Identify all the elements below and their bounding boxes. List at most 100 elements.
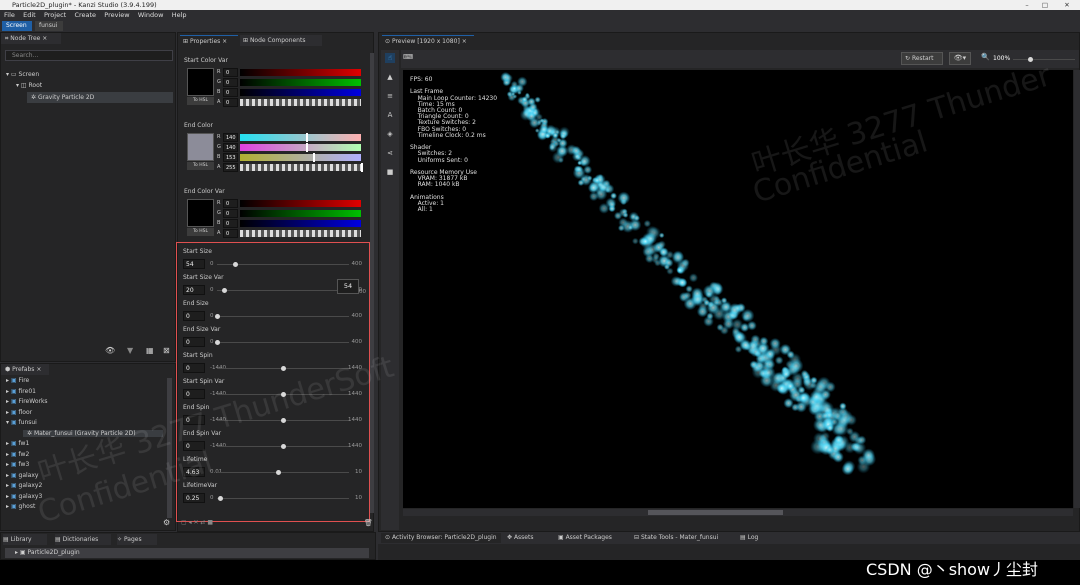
properties-scrollbar[interactable] <box>370 53 374 513</box>
channel-b-input[interactable]: 0 <box>223 219 238 228</box>
channel-g-slider[interactable] <box>240 144 361 151</box>
tab-log[interactable]: ▤ Log <box>736 533 763 543</box>
slider-value-input[interactable]: 20 <box>183 285 205 295</box>
slider-knob[interactable] <box>215 340 220 345</box>
channel-r-slider[interactable] <box>240 200 361 207</box>
color-swatch[interactable] <box>187 68 214 96</box>
channel-b-slider[interactable] <box>240 220 361 227</box>
grid-icon[interactable]: ▦ <box>146 346 154 355</box>
to-hsl-button[interactable]: To HSL <box>187 162 214 170</box>
channel-b-input[interactable]: 153 <box>223 153 238 162</box>
menu-create[interactable]: Create <box>74 11 96 19</box>
close-button[interactable]: ✕ <box>1058 0 1076 10</box>
slider-track[interactable] <box>217 290 349 291</box>
channel-b-slider[interactable] <box>240 154 361 161</box>
to-hsl-button[interactable]: To HSL <box>187 97 214 105</box>
slider-value-input[interactable]: 0 <box>183 363 205 373</box>
list-icon[interactable]: ≡ <box>385 91 395 101</box>
preview-viewport[interactable]: FPS: 60 Last Frame Main Loop Counter: 14… <box>403 70 1073 508</box>
channel-g-input[interactable]: 0 <box>223 209 238 218</box>
channel-r-slider[interactable] <box>240 134 361 141</box>
prefab-item[interactable]: ▸ ▣ ghost <box>6 503 35 510</box>
tab-state-tools[interactable]: ⊟ State Tools - Mater_funsui <box>630 533 723 543</box>
slider-value-input[interactable]: 0 <box>183 311 205 321</box>
channel-a-handle[interactable] <box>361 163 363 172</box>
menu-help[interactable]: Help <box>172 11 187 19</box>
pointer-tool-icon[interactable]: ☝ <box>385 53 395 63</box>
view-options-eye-icon[interactable]: 👁▾ <box>949 52 971 65</box>
channel-g-input[interactable]: 140 <box>223 143 238 152</box>
channel-a-slider[interactable] <box>240 99 361 106</box>
slider-track[interactable] <box>217 472 349 473</box>
text-tool-icon[interactable]: A <box>385 110 395 120</box>
channel-r-input[interactable]: 0 <box>223 68 238 77</box>
prefab-item[interactable]: ▸ ▣ fire01 <box>6 388 36 395</box>
channel-b-input[interactable]: 0 <box>223 88 238 97</box>
slider-value-input[interactable]: 0.25 <box>183 493 205 503</box>
tab-library[interactable]: ▤ Library <box>3 534 47 545</box>
channel-a-input[interactable]: 255 <box>223 163 238 172</box>
expand-icon[interactable]: ⊠ <box>163 346 170 355</box>
slider-knob[interactable] <box>281 444 286 449</box>
channel-a-input[interactable]: 0 <box>223 98 238 107</box>
library-item-project[interactable]: ▸ ▣ Particle2D_plugin <box>5 548 369 558</box>
slider-knob[interactable] <box>215 314 220 319</box>
node-tree-search-input[interactable]: Search... <box>5 50 173 61</box>
slider-value-input[interactable]: 0 <box>183 337 205 347</box>
slider-knob[interactable] <box>275 470 281 475</box>
preview-horizontal-scrollbar[interactable] <box>403 509 1073 516</box>
prefab-item[interactable]: ▸ ▣ Fire <box>6 377 29 384</box>
tab-assets[interactable]: ✥ Assets <box>503 533 538 543</box>
visibility-eye-icon[interactable]: 👁 <box>105 346 115 355</box>
h-scroll-thumb[interactable] <box>648 510 783 515</box>
select-arrow-icon[interactable]: ▲ <box>385 72 395 82</box>
settings-gear-icon[interactable]: ⚙ <box>163 518 170 527</box>
prefab-item[interactable]: ▸ ▣ floor <box>6 409 32 416</box>
tab-funsui[interactable]: funsui <box>35 21 63 31</box>
slider-track[interactable] <box>217 342 349 343</box>
camera-icon[interactable]: ■ <box>385 167 395 177</box>
keyboard-icon[interactable]: ⌨ <box>403 53 415 63</box>
tab-pages[interactable]: ✧ Pages <box>117 534 157 545</box>
menu-window[interactable]: Window <box>138 11 164 19</box>
tab-screen[interactable]: Screen <box>2 21 32 31</box>
delete-icon[interactable]: 🗑 <box>364 519 373 527</box>
restart-button[interactable]: ↻ Restart <box>901 52 943 65</box>
color-swatch[interactable] <box>187 199 214 227</box>
tab-dictionaries[interactable]: ▤ Dictionaries <box>55 534 111 545</box>
layers-icon[interactable]: ◈ <box>385 129 395 139</box>
tree-item-gravity-particle[interactable]: ✲ Gravity Particle 2D <box>27 92 173 103</box>
slider-knob[interactable] <box>218 496 224 501</box>
slider-knob[interactable] <box>232 262 238 267</box>
channel-g-input[interactable]: 0 <box>223 78 238 87</box>
channel-r-handle[interactable] <box>306 133 309 142</box>
minimize-button[interactable]: – <box>1018 0 1036 10</box>
to-hsl-button[interactable]: To HSL <box>187 228 214 236</box>
channel-a-slider[interactable] <box>240 164 361 171</box>
menu-project[interactable]: Project <box>44 11 66 19</box>
tab-properties[interactable]: ⊞ Properties × <box>180 35 238 46</box>
channel-g-slider[interactable] <box>240 210 361 217</box>
prefab-item[interactable]: ▸ ▣ fw1 <box>6 440 29 447</box>
slider-knob[interactable] <box>281 366 286 371</box>
maximize-button[interactable]: □ <box>1036 0 1054 10</box>
prefab-item[interactable]: ▸ ▣ galaxy <box>6 472 38 479</box>
prefab-item[interactable]: ▾ ▣ funsui <box>6 419 37 426</box>
tab-activity-browser[interactable]: ⊙ Activity Browser: Particle2D_plugin <box>381 533 501 543</box>
filter-icon[interactable]: ▼ <box>127 346 133 355</box>
channel-a-slider[interactable] <box>240 230 361 237</box>
channel-b-handle[interactable] <box>312 153 315 162</box>
prefab-item[interactable]: ▸ ▣ FireWorks <box>6 398 48 405</box>
slider-track[interactable] <box>217 316 349 317</box>
channel-r-input[interactable]: 140 <box>223 133 238 142</box>
bottom-toolbar-icons[interactable]: ▢ ◂ ✕ ⇄ ■ <box>181 519 213 526</box>
channel-r-slider[interactable] <box>240 69 361 76</box>
tab-asset-packages[interactable]: ▣ Asset Packages <box>554 533 616 543</box>
prefab-item[interactable]: ▸ ▣ fw2 <box>6 451 29 458</box>
slider-value-input[interactable]: 54 <box>183 259 205 269</box>
tab-preview[interactable]: ⊙ Preview [1920 x 1080] × <box>382 35 474 46</box>
tab-node-components[interactable]: ⊞ Node Components <box>240 35 322 46</box>
channel-b-slider[interactable] <box>240 89 361 96</box>
channel-g-slider[interactable] <box>240 79 361 86</box>
menu-file[interactable]: File <box>4 11 15 19</box>
